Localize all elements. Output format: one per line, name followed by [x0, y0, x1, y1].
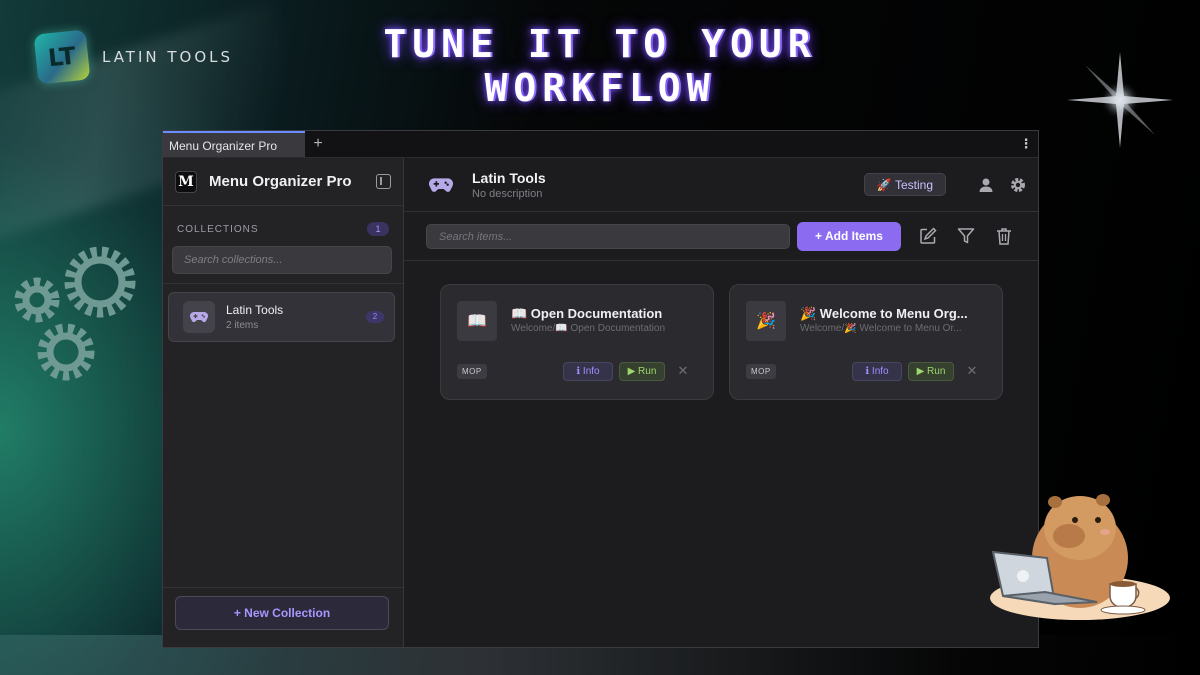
item-card[interactable]: 🎉 🎉 Welcome to Menu Org... Welcome/🎉 Wel… — [729, 284, 1003, 400]
brand-logo: LT LATIN TOOLS — [33, 29, 234, 85]
new-collection-button[interactable]: + New Collection — [175, 596, 389, 630]
gamepad-icon — [428, 172, 454, 198]
collections-count-badge: 1 — [367, 222, 389, 236]
item-card[interactable]: 📖 📖 Open Documentation Welcome/📖 Open Do… — [440, 284, 714, 400]
info-button[interactable]: ℹ Info — [852, 362, 902, 381]
item-path: Welcome/📖 Open Documentation — [511, 323, 666, 334]
item-title: 🎉 Welcome to Menu Org... — [800, 306, 968, 321]
collection-description: No description — [472, 187, 543, 200]
headline-line-2: WORKFLOW — [484, 66, 716, 110]
app-window: Menu Organizer Pro + ⋮ M Menu Organizer … — [162, 130, 1039, 648]
headline: TUNE IT TO YOUR WORKFLOW — [330, 22, 870, 110]
user-icon[interactable] — [976, 175, 996, 195]
collection-count-badge: 2 — [366, 311, 384, 323]
items-toolbar: Search items... + Add Items — [404, 212, 1038, 261]
divider — [163, 283, 403, 284]
party-popper-icon: 🎉 — [746, 301, 786, 341]
headline-line-1: TUNE IT TO YOUR — [383, 22, 817, 66]
capybara-mascot-illustration — [990, 494, 1170, 620]
sidebar-footer: + New Collection — [163, 587, 403, 647]
latin-tools-logo-icon: LT — [33, 29, 91, 85]
gear-icon[interactable] — [1008, 175, 1028, 195]
filter-icon[interactable] — [955, 225, 977, 247]
testing-badge[interactable]: 🚀 Testing — [863, 173, 946, 196]
new-tab-button[interactable]: + — [305, 131, 331, 157]
collection-title: Latin Tools — [472, 169, 546, 186]
info-button[interactable]: ℹ Info — [563, 362, 613, 381]
collection-header: Latin Tools No description 🚀 Testing — [404, 158, 1038, 212]
search-items-input[interactable]: Search items... — [426, 223, 790, 249]
sparkle-star-icon — [1067, 52, 1173, 148]
collection-name: Latin Tools — [226, 303, 284, 317]
collections-label: COLLECTIONS — [177, 223, 259, 235]
collection-item-count: 2 items — [226, 320, 259, 331]
add-items-button[interactable]: + Add Items — [797, 221, 901, 251]
edit-icon[interactable] — [917, 225, 939, 247]
collections-header: COLLECTIONS 1 — [163, 222, 403, 236]
item-title: 📖 Open Documentation — [511, 306, 663, 321]
tab-bar: Menu Organizer Pro + ⋮ — [163, 131, 1038, 158]
trash-icon[interactable] — [993, 225, 1015, 247]
brand-name: LATIN TOOLS — [102, 48, 234, 66]
item-tag: MOP — [457, 364, 487, 379]
app-title: Menu Organizer Pro — [209, 173, 352, 190]
run-button[interactable]: ▶ Run — [908, 362, 954, 381]
item-path: Welcome/🎉 Welcome to Menu Or... — [800, 323, 962, 334]
sidebar-header: M Menu Organizer Pro — [163, 158, 403, 206]
close-icon[interactable]: ✕ — [677, 362, 689, 380]
more-options-icon[interactable]: ⋮ — [1014, 131, 1038, 157]
collapse-sidebar-icon[interactable] — [376, 174, 391, 189]
sidebar: M Menu Organizer Pro COLLECTIONS 1 Searc… — [163, 158, 404, 647]
search-collections-input[interactable]: Search collections... — [172, 246, 392, 274]
collection-item-latin-tools[interactable]: Latin Tools 2 items 2 — [168, 292, 395, 342]
item-tag: MOP — [746, 364, 776, 379]
main-panel: Latin Tools No description 🚀 Testing Sea… — [404, 158, 1038, 647]
gears-decoration-icon — [14, 246, 136, 381]
gamepad-icon — [183, 301, 215, 333]
tab-menu-organizer-pro[interactable]: Menu Organizer Pro — [163, 131, 305, 157]
run-button[interactable]: ▶ Run — [619, 362, 665, 381]
close-icon[interactable]: ✕ — [966, 362, 978, 380]
app-logo: M — [175, 170, 197, 193]
book-icon: 📖 — [457, 301, 497, 341]
